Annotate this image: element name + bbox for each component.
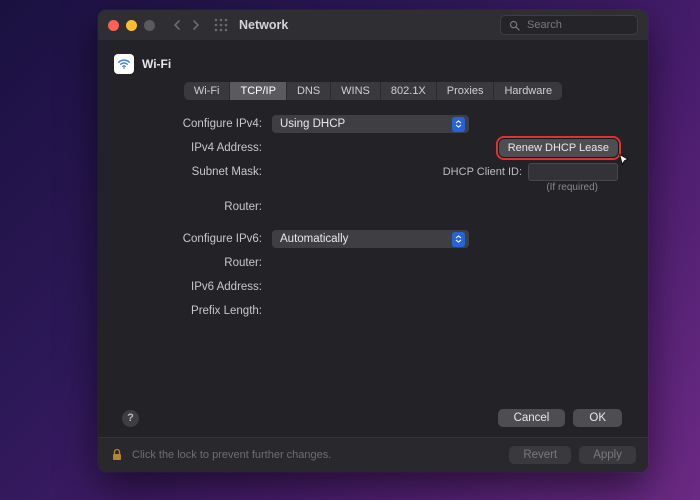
minimize-icon[interactable]	[126, 20, 137, 31]
search-input[interactable]	[525, 18, 619, 32]
tab-bar: Wi-Fi TCP/IP DNS WINS 802.1X Proxies Har…	[184, 82, 562, 100]
dhcp-client-id-hint: (If required)	[122, 182, 598, 193]
router-label: Router:	[122, 201, 272, 213]
tab-wifi[interactable]: Wi-Fi	[184, 82, 231, 100]
lock-text: Click the lock to prevent further change…	[132, 449, 501, 461]
configure-ipv4-value: Using DHCP	[280, 118, 345, 130]
sheet-footer: ? Cancel OK	[112, 401, 634, 437]
configure-ipv6-label: Configure IPv6:	[122, 233, 272, 245]
tab-tcpip[interactable]: TCP/IP	[230, 82, 286, 100]
apply-button[interactable]: Apply	[579, 446, 636, 464]
configure-ipv6-select[interactable]: Automatically	[272, 230, 469, 248]
traffic-lights	[108, 20, 155, 31]
sheet-body: Wi-Fi Wi-Fi TCP/IP DNS WINS 802.1X Proxi…	[98, 40, 648, 437]
close-icon[interactable]	[108, 20, 119, 31]
window-title: Network	[239, 18, 500, 32]
tab-wins[interactable]: WINS	[331, 82, 381, 100]
prefix-length-label: Prefix Length:	[122, 305, 272, 317]
forward-button[interactable]	[187, 16, 205, 34]
back-button[interactable]	[167, 16, 185, 34]
context-header: Wi-Fi	[114, 54, 634, 74]
ipv4-address-label: IPv4 Address:	[122, 142, 272, 154]
nav-back-forward	[167, 16, 205, 34]
tab-dns[interactable]: DNS	[287, 82, 331, 100]
configure-ipv6-value: Automatically	[280, 233, 348, 245]
show-all-icon[interactable]	[213, 17, 229, 33]
lock-icon[interactable]	[110, 448, 124, 462]
chevron-updown-icon	[452, 117, 465, 132]
cursor-icon	[618, 153, 632, 167]
tab-hardware[interactable]: Hardware	[494, 82, 562, 100]
wifi-icon	[114, 54, 134, 74]
context-label: Wi-Fi	[142, 57, 171, 71]
ipv6-address-label: IPv6 Address:	[122, 281, 272, 293]
zoom-icon[interactable]	[144, 20, 155, 31]
subnet-mask-label: Subnet Mask:	[122, 166, 272, 178]
configure-ipv4-select[interactable]: Using DHCP	[272, 115, 469, 133]
tab-proxies[interactable]: Proxies	[437, 82, 495, 100]
window-footer: Click the lock to prevent further change…	[98, 437, 648, 472]
cancel-button[interactable]: Cancel	[498, 409, 566, 427]
tab-8021x[interactable]: 802.1X	[381, 82, 437, 100]
preferences-window: Network Wi-Fi Wi-Fi TCP/IP DNS WINS 802.…	[98, 10, 648, 472]
search-icon	[509, 20, 520, 31]
dhcp-client-id-label: DHCP Client ID:	[443, 166, 522, 178]
ok-button[interactable]: OK	[573, 409, 622, 427]
router6-label: Router:	[122, 257, 272, 269]
dhcp-client-id-input[interactable]	[528, 163, 618, 181]
renew-dhcp-lease-button[interactable]: Renew DHCP Lease	[499, 139, 618, 157]
chevron-updown-icon	[452, 232, 465, 247]
titlebar: Network	[98, 10, 648, 40]
revert-button[interactable]: Revert	[509, 446, 571, 464]
help-button[interactable]: ?	[122, 410, 139, 427]
search-field[interactable]	[500, 15, 638, 35]
tcpip-form: Configure IPv4: Using DHCP IPv4 Address:…	[112, 112, 634, 323]
configure-ipv4-label: Configure IPv4:	[122, 118, 272, 130]
